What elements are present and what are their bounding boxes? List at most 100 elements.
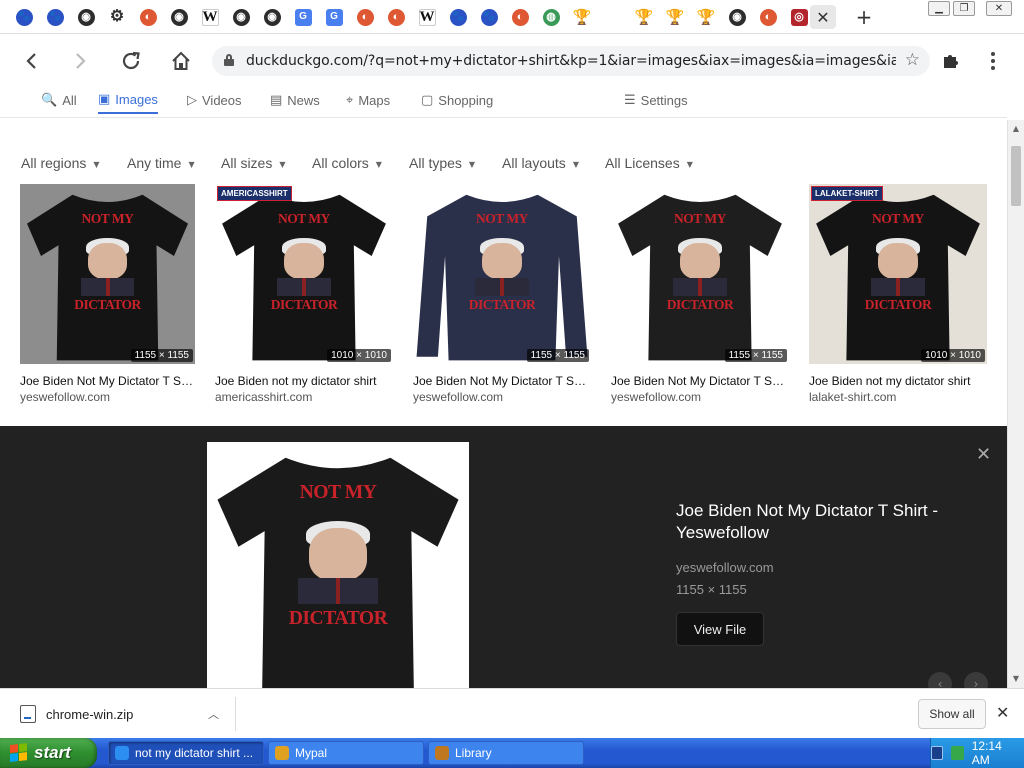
- browser-tab[interactable]: [600, 5, 626, 29]
- show-all-button[interactable]: Show all: [918, 699, 986, 729]
- image-result[interactable]: NOT MY DICTATOR 1155 × 1155 Joe Biden Not M…: [611, 184, 789, 404]
- scrollbar-thumb[interactable]: [1011, 146, 1021, 206]
- result-title[interactable]: Joe Biden not my dictator shirt: [809, 374, 987, 388]
- network-icon[interactable]: [951, 746, 964, 760]
- preview-image[interactable]: NOT MY DICTATOR: [207, 442, 469, 688]
- result-source[interactable]: yeswefollow.com: [20, 390, 195, 404]
- result-title[interactable]: Joe Biden Not My Dictator T Shirt - Yesw…: [413, 374, 591, 388]
- tab-news[interactable]: ▤ News: [270, 88, 320, 114]
- bookmark-star-icon[interactable]: ☆: [905, 50, 920, 70]
- lock-icon[interactable]: [224, 54, 234, 66]
- tab-shopping[interactable]: ▢ Shopping: [421, 88, 493, 114]
- browser-tab[interactable]: 🐾: [445, 5, 471, 29]
- browser-tab[interactable]: W: [197, 5, 223, 29]
- start-button[interactable]: start: [0, 738, 97, 768]
- browser-tab[interactable]: G: [321, 5, 347, 29]
- result-source[interactable]: yeswefollow.com: [413, 390, 591, 404]
- browser-tab[interactable]: 🏆: [662, 5, 688, 29]
- home-button[interactable]: [166, 46, 196, 76]
- result-title[interactable]: Joe Biden Not My Dictator T Shirt - Yesw…: [611, 374, 789, 388]
- close-preview-icon[interactable]: ✕: [976, 444, 991, 465]
- previous-image-icon[interactable]: ‹: [928, 672, 952, 688]
- browser-tab[interactable]: 🏆: [693, 5, 719, 29]
- back-button[interactable]: [16, 46, 46, 76]
- tab-videos[interactable]: ▷ Videos: [187, 88, 242, 114]
- menu-button[interactable]: [978, 46, 1008, 76]
- browser-tab[interactable]: ◉: [73, 5, 99, 29]
- chevron-up-icon[interactable]: ︿: [208, 706, 219, 722]
- browser-tab[interactable]: ◐: [135, 5, 161, 29]
- browser-tab[interactable]: ◐: [755, 5, 781, 29]
- scroll-down-icon[interactable]: ▼: [1008, 672, 1024, 686]
- browser-tab[interactable]: W: [414, 5, 440, 29]
- browser-tab[interactable]: ◐: [352, 5, 378, 29]
- browser-tab[interactable]: 🐾: [476, 5, 502, 29]
- image-result[interactable]: NOT MY DICTATOR 1155 × 1155 Joe Biden Not M…: [413, 184, 591, 404]
- result-thumbnail[interactable]: NOT MY DICTATOR 1155 × 1155: [413, 184, 591, 364]
- browser-tab[interactable]: ◉: [228, 5, 254, 29]
- next-image-icon[interactable]: ›: [964, 672, 988, 688]
- filter-dropdown[interactable]: All sizes ▼: [221, 155, 286, 171]
- filter-dropdown[interactable]: All Licenses ▼: [605, 155, 693, 171]
- taskbar-button[interactable]: Library: [428, 741, 584, 765]
- tab-images[interactable]: ▣ Images: [98, 88, 158, 114]
- taskbar-button[interactable]: not my dictator shirt ...: [108, 741, 264, 765]
- forward-button[interactable]: [66, 46, 96, 76]
- preview-source[interactable]: yeswefollow.com: [676, 560, 774, 575]
- tab-all[interactable]: 🔍 All: [41, 88, 77, 114]
- download-item[interactable]: chrome-win.zip ︿: [10, 697, 236, 731]
- restore-button[interactable]: ❐: [953, 1, 975, 16]
- result-source[interactable]: lalaket-shirt.com: [809, 390, 987, 404]
- extensions-button[interactable]: [936, 46, 966, 76]
- browser-tab[interactable]: ◎: [786, 5, 812, 29]
- view-file-button[interactable]: View File: [676, 612, 764, 646]
- result-title[interactable]: Joe Biden not my dictator shirt: [215, 374, 393, 388]
- url-text[interactable]: duckduckgo.com/?q=not+my+dictator+shirt&…: [246, 53, 896, 69]
- download-filename[interactable]: chrome-win.zip: [46, 707, 208, 722]
- result-thumbnail[interactable]: NOT MY DICTATOR LALAKET-SHIRT 1010 × 1010: [809, 184, 987, 364]
- browser-tab[interactable]: ⚙: [104, 5, 130, 29]
- vertical-scrollbar[interactable]: ▲ ▼: [1007, 120, 1024, 688]
- filter-dropdown[interactable]: Any time ▼: [127, 155, 195, 171]
- result-thumbnail[interactable]: NOT MY DICTATOR AMERICASSHIRT 1010 × 1010: [215, 184, 393, 364]
- keyboard-icon[interactable]: [931, 746, 944, 760]
- image-result[interactable]: NOT MY DICTATOR LALAKET-SHIRT 1010 × 1010 Jo…: [809, 184, 987, 404]
- browser-tab[interactable]: ◉: [166, 5, 192, 29]
- address-bar[interactable]: duckduckgo.com/?q=not+my+dictator+shirt&…: [212, 46, 930, 76]
- new-tab-button[interactable]: +: [853, 6, 875, 28]
- close-download-bar-icon[interactable]: ✕: [996, 703, 1009, 722]
- filter-dropdown[interactable]: All layouts ▼: [502, 155, 579, 171]
- result-thumbnail[interactable]: NOT MY DICTATOR 1155 × 1155: [20, 184, 195, 364]
- browser-tab[interactable]: 🐾: [11, 5, 37, 29]
- browser-tab[interactable]: ◐: [507, 5, 533, 29]
- browser-tab[interactable]: ◉: [724, 5, 750, 29]
- duckduckgo-icon: ◐: [356, 8, 374, 26]
- tab-settings[interactable]: ☰ Settings: [624, 88, 688, 114]
- reload-button[interactable]: [116, 46, 146, 76]
- scroll-up-icon[interactable]: ▲: [1008, 122, 1024, 136]
- preview-title[interactable]: Joe Biden Not My Dictator T Shirt - Yesw…: [676, 500, 966, 544]
- browser-tab[interactable]: 🏆: [569, 5, 595, 29]
- tab-maps[interactable]: ⌖ Maps: [346, 88, 390, 114]
- image-result[interactable]: NOT MY DICTATOR 1155 × 1155 Joe Biden Not M…: [20, 184, 195, 404]
- taskbar-button[interactable]: Mypal: [268, 741, 424, 765]
- result-thumbnail[interactable]: NOT MY DICTATOR 1155 × 1155: [611, 184, 789, 364]
- image-result[interactable]: NOT MY DICTATOR AMERICASSHIRT 1010 × 1010 Jo…: [215, 184, 393, 404]
- browser-tab[interactable]: ◍: [538, 5, 564, 29]
- browser-tab[interactable]: ◉: [259, 5, 285, 29]
- minimize-button[interactable]: ▁: [928, 1, 950, 16]
- tab-active[interactable]: ✕: [810, 5, 836, 29]
- result-title[interactable]: Joe Biden Not My Dictator T Shirt - Yesw…: [20, 374, 195, 388]
- result-source[interactable]: yeswefollow.com: [611, 390, 789, 404]
- window-close-button[interactable]: ✕: [986, 1, 1012, 16]
- filter-dropdown[interactable]: All types ▼: [409, 155, 475, 171]
- filter-dropdown[interactable]: All colors ▼: [312, 155, 382, 171]
- browser-tab[interactable]: ◐: [383, 5, 409, 29]
- browser-tab[interactable]: 🐾: [42, 5, 68, 29]
- filter-dropdown[interactable]: All regions ▼: [21, 155, 100, 171]
- close-tab-icon[interactable]: ✕: [816, 8, 829, 27]
- browser-tab[interactable]: G: [290, 5, 316, 29]
- result-source[interactable]: americasshirt.com: [215, 390, 393, 404]
- browser-tab[interactable]: 🏆: [631, 5, 657, 29]
- puzzle-icon: [944, 55, 958, 68]
